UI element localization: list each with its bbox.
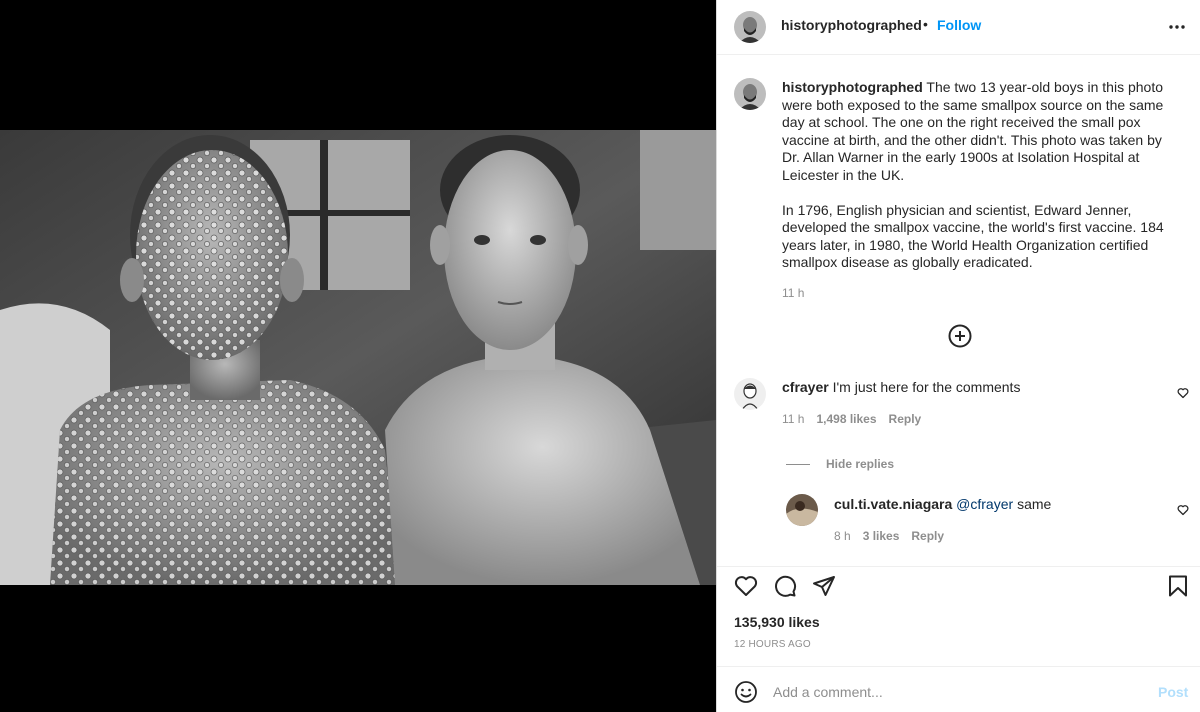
comment-bubble-icon[interactable] (773, 574, 797, 598)
emoji-icon[interactable] (734, 680, 758, 704)
post-panel: historyphotographed • Follow historyphot… (716, 0, 1200, 712)
reply-likes[interactable]: 3 likes (863, 529, 900, 543)
caption-paragraph-2: In 1796, English physician and scientist… (782, 201, 1164, 271)
more-horizontal-icon[interactable] (1167, 17, 1187, 37)
actions-divider (717, 566, 1200, 567)
author-avatar[interactable] (734, 11, 766, 43)
post-photo (0, 130, 716, 585)
comment-body: I'm just here for the comments (832, 379, 1021, 395)
post-comment-button[interactable]: Post (1158, 684, 1188, 700)
reply-body: same (1017, 496, 1052, 512)
post-media (0, 0, 716, 712)
hide-replies-button[interactable]: Hide replies (786, 457, 894, 471)
caption-text: historyphotographed The two 13 year-old … (782, 79, 1178, 272)
reply-reply-button[interactable]: Reply (911, 529, 944, 543)
reply-meta: 8 h 3 likes Reply (834, 529, 944, 543)
caption-username[interactable]: historyphotographed (782, 79, 923, 95)
caption-timestamp: 11 h (782, 286, 805, 300)
caption-author-avatar[interactable] (734, 78, 766, 110)
comment-text: cfrayer I'm just here for the comments (782, 378, 1020, 396)
reply-mention[interactable]: @cfrayer (956, 496, 1013, 512)
hide-replies-label: Hide replies (826, 457, 895, 471)
author-username[interactable]: historyphotographed (781, 17, 922, 33)
follow-button[interactable]: Follow (937, 17, 981, 33)
reply-avatar[interactable] (786, 494, 818, 526)
send-icon[interactable] (812, 574, 836, 598)
heart-icon[interactable] (1177, 504, 1189, 516)
header-separator: • (923, 16, 928, 32)
post-likes-count[interactable]: 135,930 likes (734, 614, 820, 630)
commenter-avatar[interactable] (734, 378, 766, 410)
comment-meta: 11 h 1,498 likes Reply (782, 412, 921, 426)
reply-username[interactable]: cul.ti.vate.niagara (834, 496, 952, 512)
hide-replies-divider (786, 463, 810, 465)
comment-reply-button[interactable]: Reply (889, 412, 922, 426)
add-comment-bar: Post (717, 666, 1200, 712)
comment-likes[interactable]: 1,498 likes (816, 412, 876, 426)
reply-text: cul.ti.vate.niagara @cfrayer same (834, 495, 1051, 513)
plus-circle-icon[interactable] (948, 324, 972, 348)
bookmark-icon[interactable] (1166, 574, 1190, 598)
post-timestamp: 12 HOURS AGO (734, 639, 811, 650)
heart-icon[interactable] (734, 574, 758, 598)
comment-time: 11 h (782, 412, 805, 426)
reply-time: 8 h (834, 529, 851, 543)
post-header: historyphotographed • Follow (717, 0, 1200, 55)
heart-icon[interactable] (1177, 387, 1189, 399)
commenter-username[interactable]: cfrayer (782, 379, 829, 395)
add-comment-input[interactable] (773, 679, 1133, 705)
